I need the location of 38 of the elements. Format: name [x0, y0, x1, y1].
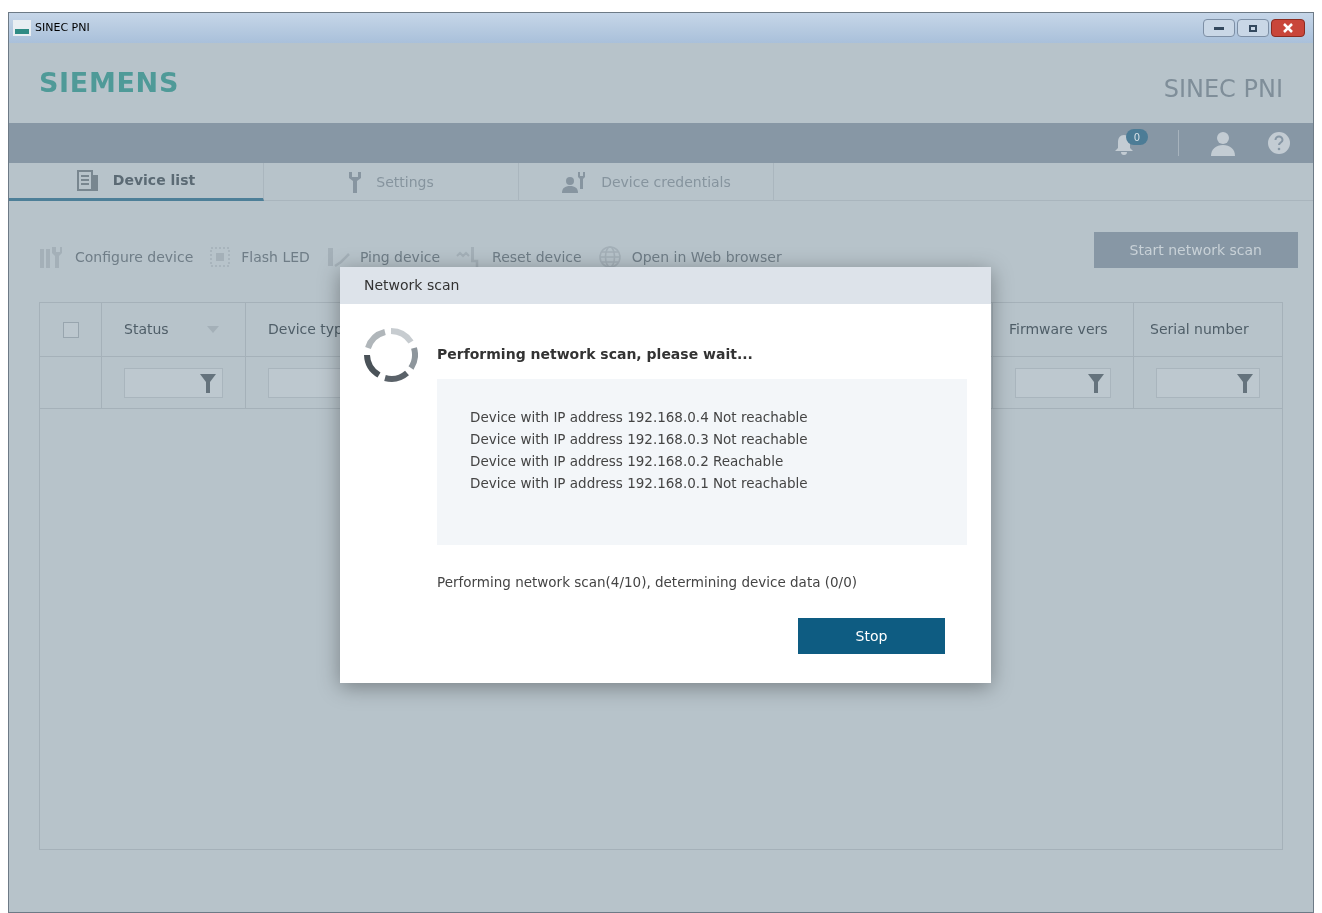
filter-field[interactable] — [1156, 367, 1260, 398]
stop-button[interactable]: Stop — [798, 618, 945, 655]
column-header[interactable]: Status — [124, 319, 169, 340]
help-icon[interactable] — [1267, 131, 1291, 155]
wrench-icon — [348, 171, 363, 193]
globe-icon — [597, 245, 622, 269]
spinner-icon — [364, 328, 418, 382]
log-line: Device with IP address 192.168.0.2 Reachable — [470, 452, 785, 471]
notification-badge: 0 — [1126, 129, 1148, 145]
column-header[interactable]: Firmware vers — [1009, 319, 1108, 340]
filter-icon[interactable] — [1088, 372, 1104, 393]
close-button[interactable] — [1271, 19, 1305, 37]
product-name: SINEC PNI — [1163, 74, 1283, 105]
start-scan-button[interactable]: Start network scan — [1093, 232, 1298, 268]
log-line: Device with IP address 192.168.0.1 Not reachable — [470, 474, 809, 493]
maximize-button[interactable] — [1237, 19, 1269, 37]
log-line: Device with IP address 192.168.0.3 Not reachable — [470, 430, 809, 449]
user-icon[interactable] — [1209, 130, 1237, 156]
filter-icon[interactable] — [1237, 372, 1253, 393]
user-wrench-icon — [561, 171, 588, 193]
column-header[interactable]: Serial number — [1150, 319, 1249, 340]
list-icon — [76, 169, 99, 192]
filter-icon[interactable] — [200, 372, 216, 393]
dialog-title: Network scan — [364, 276, 460, 295]
app-icon — [13, 20, 31, 36]
ping-icon — [325, 246, 350, 268]
progress-text: Performing network scan(4/10), determining device data (0/0) — [437, 573, 858, 592]
window-title: SINEC PNI — [35, 19, 90, 36]
filter-field[interactable] — [1015, 367, 1111, 398]
tab[interactable]: Device list — [9, 163, 264, 201]
filter-field[interactable] — [268, 367, 341, 398]
dialog-heading: Performing network scan, please wait... — [437, 345, 754, 364]
select-all-checkbox[interactable] — [62, 321, 79, 338]
filter-field[interactable] — [124, 367, 223, 398]
close-icon — [1283, 23, 1293, 33]
log-line: Device with IP address 192.168.0.4 Not reachable — [470, 408, 809, 427]
minimize-button[interactable] — [1203, 19, 1235, 37]
brand-logo: SIEMENS — [39, 65, 179, 100]
